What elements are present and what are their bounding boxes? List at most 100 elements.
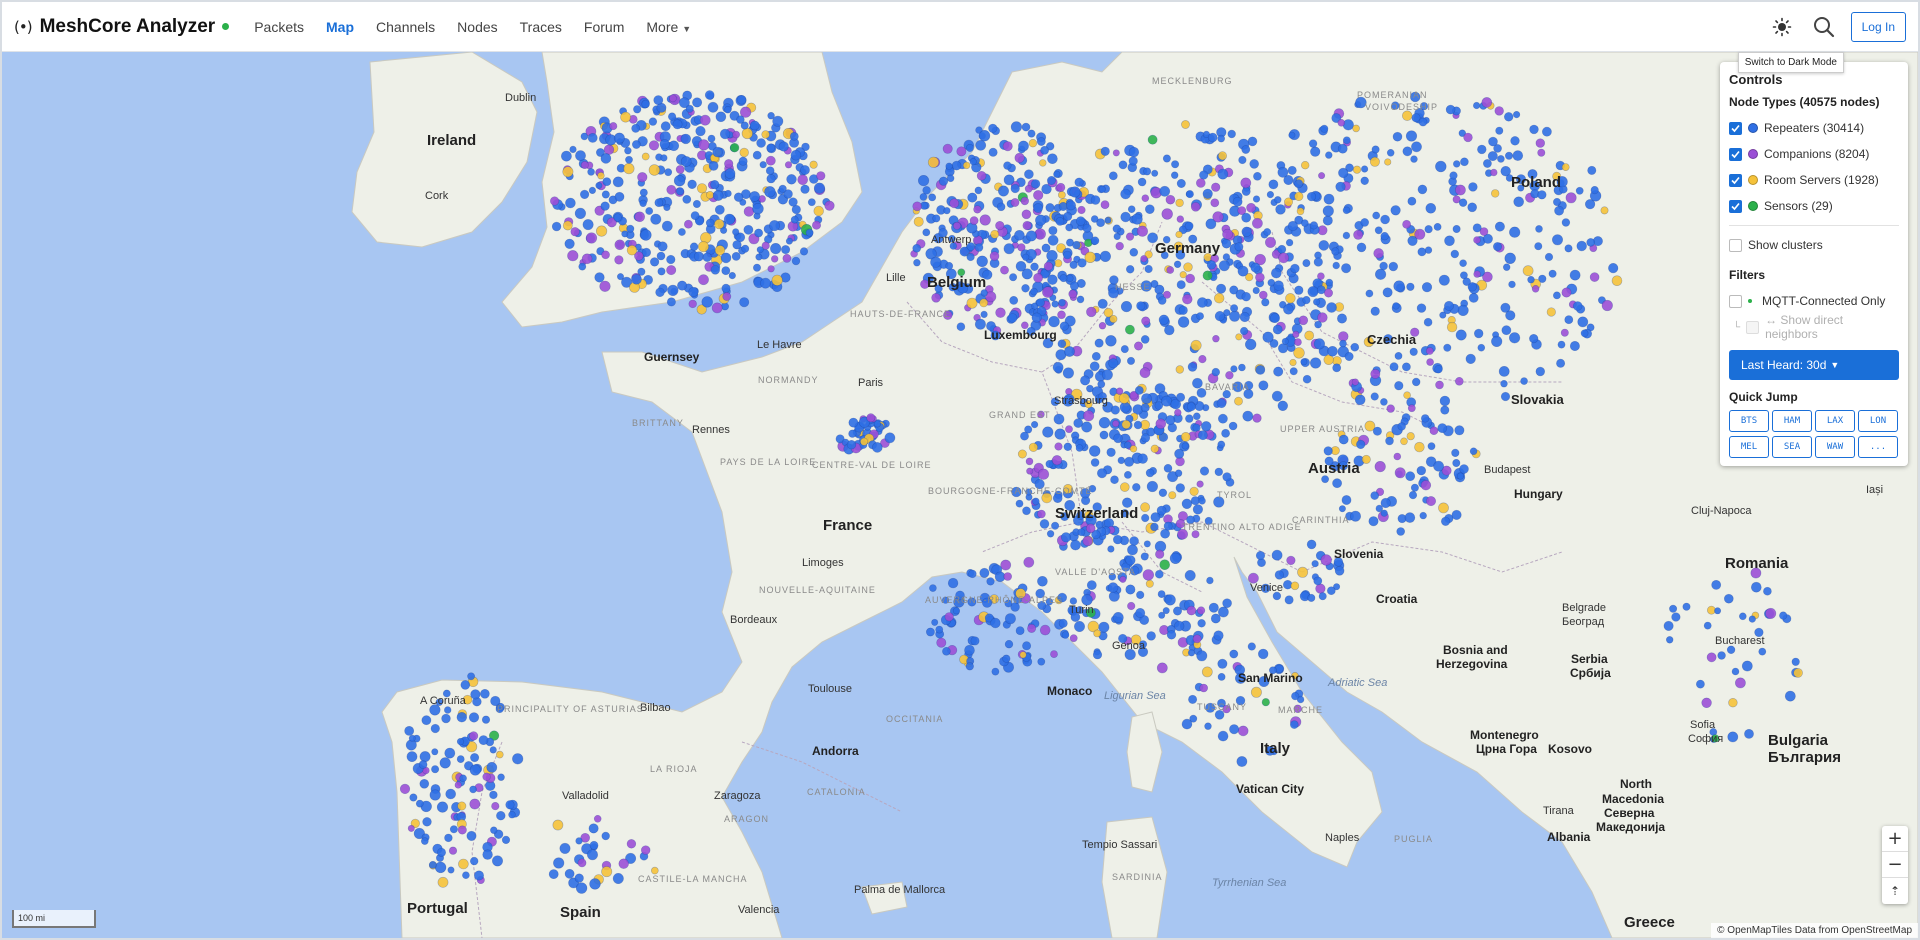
node-marker[interactable] [1455, 184, 1466, 196]
node-marker[interactable] [1186, 402, 1196, 412]
node-marker[interactable] [1452, 458, 1461, 467]
node-marker[interactable] [1308, 139, 1318, 148]
node-marker[interactable] [1469, 447, 1478, 456]
node-marker[interactable] [1252, 413, 1262, 423]
node-marker[interactable] [1285, 238, 1294, 247]
node-marker[interactable] [684, 219, 693, 229]
node-marker[interactable] [764, 186, 776, 198]
node-marker[interactable] [1388, 261, 1399, 272]
node-marker[interactable] [1206, 576, 1214, 585]
node-marker[interactable] [1174, 408, 1182, 417]
node-marker[interactable] [664, 168, 673, 177]
node-marker[interactable] [1176, 215, 1185, 223]
node-marker[interactable] [1390, 205, 1401, 216]
node-marker[interactable] [1057, 339, 1067, 349]
node-marker[interactable] [1360, 176, 1369, 186]
node-marker[interactable] [975, 139, 987, 151]
node-marker[interactable] [712, 190, 724, 201]
node-marker[interactable] [1120, 211, 1131, 223]
node-marker[interactable] [1268, 179, 1279, 190]
node-marker[interactable] [1391, 101, 1400, 110]
node-marker[interactable] [1246, 202, 1256, 213]
node-marker[interactable] [1468, 182, 1478, 192]
node-marker[interactable] [1203, 253, 1213, 262]
node-marker[interactable] [752, 263, 761, 272]
node-marker[interactable] [1197, 619, 1206, 628]
node-marker[interactable] [1076, 511, 1085, 520]
jump-lax-button[interactable]: LAX [1815, 410, 1855, 432]
node-marker[interactable] [957, 283, 969, 294]
node-marker[interactable] [1307, 286, 1319, 298]
node-marker[interactable] [1077, 258, 1087, 268]
node-marker[interactable] [1463, 132, 1473, 143]
node-marker[interactable] [640, 845, 651, 855]
node-marker[interactable] [1089, 361, 1100, 372]
node-marker[interactable] [1569, 340, 1580, 351]
node-marker[interactable] [732, 240, 742, 250]
node-marker[interactable] [732, 130, 741, 139]
node-marker[interactable] [1157, 590, 1166, 598]
node-marker[interactable] [1587, 165, 1597, 175]
node-marker[interactable] [1791, 657, 1800, 666]
node-marker[interactable] [1365, 289, 1374, 298]
node-marker[interactable] [1411, 141, 1422, 153]
node-marker[interactable] [964, 644, 975, 656]
node-marker[interactable] [1266, 191, 1274, 199]
node-marker[interactable] [1176, 392, 1186, 402]
node-marker[interactable] [585, 232, 598, 244]
node-marker[interactable] [1744, 729, 1754, 739]
node-marker[interactable] [659, 139, 670, 150]
node-marker[interactable] [715, 111, 727, 123]
node-marker[interactable] [1094, 338, 1104, 348]
node-marker[interactable] [1244, 338, 1257, 351]
node-marker[interactable] [1754, 627, 1764, 638]
node-marker[interactable] [1508, 280, 1516, 289]
node-marker[interactable] [1125, 265, 1135, 274]
node-marker[interactable] [1166, 630, 1177, 640]
node-marker[interactable] [805, 228, 814, 237]
node-marker[interactable] [562, 220, 573, 231]
node-marker[interactable] [770, 243, 782, 255]
node-marker[interactable] [1462, 277, 1471, 286]
node-marker[interactable] [705, 191, 714, 200]
node-marker[interactable] [1386, 404, 1395, 413]
node-marker[interactable] [1306, 192, 1317, 202]
node-marker[interactable] [1131, 213, 1143, 225]
node-marker[interactable] [489, 746, 497, 754]
node-marker[interactable] [710, 180, 720, 190]
node-marker[interactable] [449, 825, 458, 834]
node-marker[interactable] [1173, 241, 1184, 252]
node-marker[interactable] [1054, 259, 1063, 268]
node-marker[interactable] [1003, 243, 1015, 255]
node-marker[interactable] [1113, 232, 1121, 240]
node-marker[interactable] [1046, 250, 1058, 262]
node-marker[interactable] [1434, 365, 1443, 374]
node-marker[interactable] [813, 182, 826, 194]
node-marker[interactable] [689, 242, 699, 251]
node-marker[interactable] [1216, 283, 1227, 294]
node-marker[interactable] [1185, 273, 1195, 284]
node-marker[interactable] [930, 256, 942, 268]
node-marker[interactable] [1002, 654, 1011, 663]
node-marker[interactable] [501, 835, 511, 845]
node-marker[interactable] [1542, 126, 1552, 137]
node-marker[interactable] [708, 161, 719, 171]
node-marker[interactable] [1163, 463, 1173, 473]
node-marker[interactable] [696, 183, 708, 194]
node-marker[interactable] [1287, 165, 1297, 175]
node-marker[interactable] [1164, 324, 1175, 336]
node-marker[interactable] [1322, 205, 1334, 217]
node-marker[interactable] [756, 246, 764, 254]
node-marker[interactable] [1247, 642, 1256, 651]
node-marker[interactable] [1421, 282, 1433, 293]
node-marker[interactable] [1125, 232, 1135, 241]
node-marker[interactable] [1190, 339, 1202, 351]
node-marker[interactable] [1229, 310, 1241, 322]
node-marker[interactable] [1235, 695, 1246, 706]
node-marker[interactable] [1081, 421, 1093, 433]
node-marker[interactable] [778, 184, 787, 193]
node-marker[interactable] [1027, 623, 1037, 633]
node-marker[interactable] [1181, 498, 1193, 509]
node-marker[interactable] [1047, 176, 1057, 186]
node-marker[interactable] [1199, 683, 1208, 693]
